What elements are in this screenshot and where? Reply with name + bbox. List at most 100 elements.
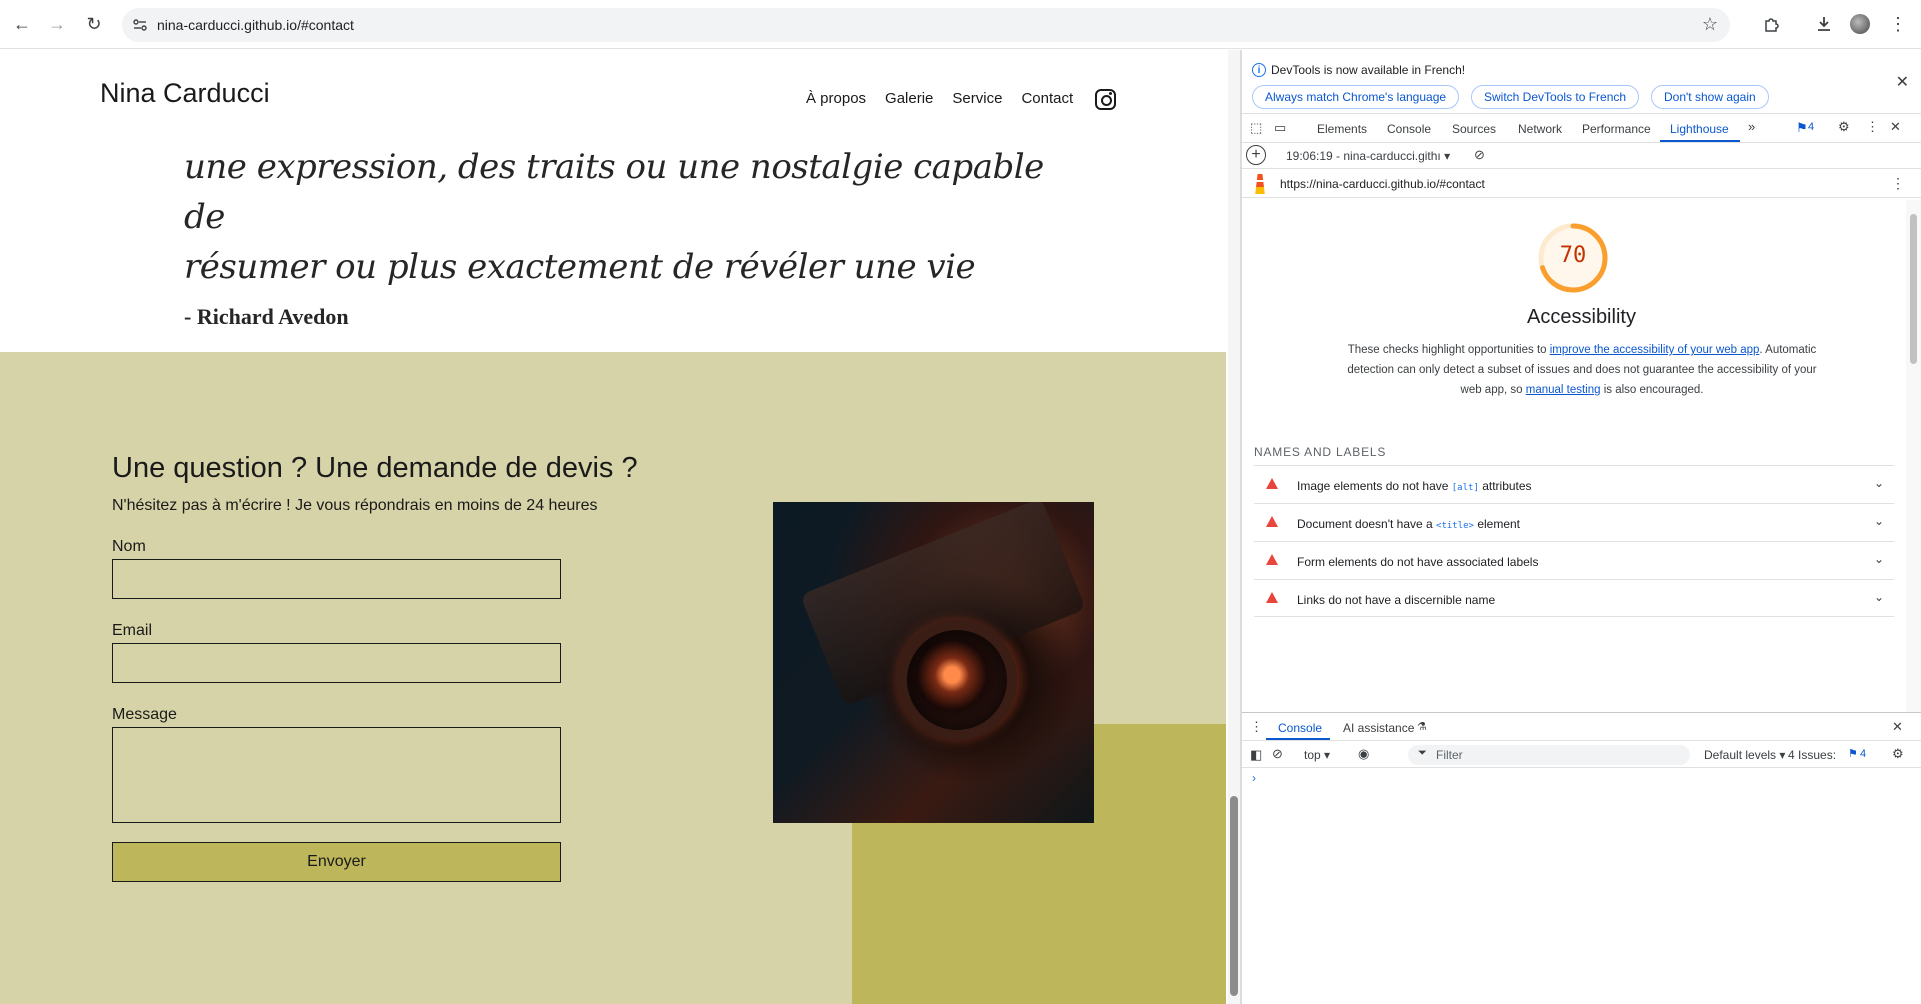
tab-elements[interactable]: Elements xyxy=(1317,122,1367,136)
drawer-menu-icon[interactable]: ⋮ xyxy=(1250,719,1263,735)
chevron-down-icon[interactable]: ⌄ xyxy=(1874,590,1884,604)
tab-lighthouse[interactable]: Lighthouse xyxy=(1670,122,1729,136)
quote-line-1: une expression, des traits ou une nostal… xyxy=(184,147,1044,237)
audit-row[interactable]: Image elements do not have [alt] attribu… xyxy=(1254,465,1894,503)
issues-badge[interactable]: 4 xyxy=(1808,121,1814,133)
banner-message: DevTools is now available in French! xyxy=(1271,63,1466,77)
reload-icon[interactable]: ↻ xyxy=(82,12,106,36)
console-issues-label[interactable]: 4 Issues: xyxy=(1788,748,1836,762)
contact-section: Une question ? Une demande de devis ? N'… xyxy=(0,352,1226,1004)
category-title: Accessibility xyxy=(1527,306,1636,328)
improve-accessibility-link[interactable]: improve the accessibility of your web ap… xyxy=(1550,344,1760,356)
close-icon[interactable]: ✕ xyxy=(1896,72,1909,92)
devtools-panel: i DevTools is now available in French! A… xyxy=(1242,50,1921,1004)
devtools-menu-icon[interactable]: ⋮ xyxy=(1866,119,1879,135)
quote-line-2: résumer ou plus exactement de révéler un… xyxy=(184,247,976,287)
device-toolbar-icon[interactable]: ▭ xyxy=(1274,120,1286,136)
extensions-icon[interactable] xyxy=(1760,12,1784,36)
category-description: These checks highlight opportunities to … xyxy=(1342,340,1822,400)
tab-sources[interactable]: Sources xyxy=(1452,122,1496,136)
tab-network[interactable]: Network xyxy=(1518,122,1562,136)
download-icon[interactable] xyxy=(1812,12,1836,36)
new-report-icon[interactable]: + xyxy=(1246,145,1266,165)
message-label: Message xyxy=(112,706,177,723)
warning-icon xyxy=(1266,554,1278,565)
main-nav: À propos Galerie Service Contact xyxy=(806,90,1092,107)
menu-icon[interactable]: ⋮ xyxy=(1886,12,1910,36)
console-prompt[interactable]: › xyxy=(1252,771,1256,785)
instagram-icon[interactable] xyxy=(1095,89,1116,110)
nav-link-a-propos[interactable]: À propos xyxy=(806,90,866,107)
quote-author: - Richard Avedon xyxy=(184,304,349,329)
live-expression-eye-icon[interactable]: ◉ xyxy=(1358,746,1369,762)
page-scrollbar-thumb[interactable] xyxy=(1230,796,1238,996)
nav-link-contact[interactable]: Contact xyxy=(1021,90,1073,107)
score-value: 70 xyxy=(1559,243,1587,268)
email-field[interactable] xyxy=(112,643,561,683)
match-language-button[interactable]: Always match Chrome's language xyxy=(1252,85,1460,109)
chevron-down-icon[interactable]: ⌄ xyxy=(1874,514,1884,528)
audited-url: https://nina-carducci.github.io/#contact xyxy=(1280,177,1485,191)
drawer-active-indicator xyxy=(1266,738,1330,740)
report-menu-icon[interactable]: ⋮ xyxy=(1891,175,1905,192)
bookmark-star-icon[interactable]: ☆ xyxy=(1702,14,1718,35)
name-field[interactable] xyxy=(112,559,561,599)
back-icon[interactable]: ← xyxy=(10,12,34,36)
warning-icon xyxy=(1266,478,1278,489)
forward-icon[interactable]: → xyxy=(45,12,69,36)
context-selector[interactable]: top ▾ xyxy=(1304,748,1330,762)
console-issues-icon[interactable]: ⚑ xyxy=(1848,747,1858,760)
tab-console[interactable]: Console xyxy=(1387,122,1431,136)
issues-icon[interactable]: ⚑ xyxy=(1796,120,1808,136)
console-filter-input[interactable]: ⏷ Filter xyxy=(1408,745,1690,765)
nav-link-galerie[interactable]: Galerie xyxy=(885,90,933,107)
clear-console-icon[interactable]: ⊘ xyxy=(1272,746,1283,762)
warning-icon xyxy=(1266,516,1278,527)
panel-scrollbar[interactable] xyxy=(1906,200,1921,712)
lighthouse-url-bar: https://nina-carducci.github.io/#contact… xyxy=(1242,170,1921,198)
switch-language-button[interactable]: Switch DevTools to French xyxy=(1471,85,1640,109)
message-field[interactable] xyxy=(112,727,561,823)
nav-link-service[interactable]: Service xyxy=(952,90,1002,107)
tab-performance[interactable]: Performance xyxy=(1582,122,1651,136)
panel-scrollbar-thumb[interactable] xyxy=(1910,214,1917,364)
devtools-tab-bar: ⬚ ▭ Elements Console Sources Network Per… xyxy=(1242,115,1921,143)
dont-show-again-button[interactable]: Don't show again xyxy=(1651,85,1769,109)
clear-icon[interactable]: ⊘ xyxy=(1474,147,1485,163)
console-issues-count[interactable]: 4 xyxy=(1860,748,1866,760)
close-drawer-icon[interactable]: ✕ xyxy=(1892,719,1903,735)
desc-text-1: These checks highlight opportunities to xyxy=(1347,344,1550,356)
close-devtools-icon[interactable]: ✕ xyxy=(1890,119,1901,135)
name-label: Nom xyxy=(112,538,146,555)
profile-avatar[interactable] xyxy=(1850,14,1870,34)
submit-button[interactable]: Envoyer xyxy=(112,842,561,882)
audit-row[interactable]: Document doesn't have a <title> element … xyxy=(1254,503,1894,541)
settings-icon[interactable]: ⚙ xyxy=(1838,119,1850,135)
url-text[interactable]: nina-carducci.github.io/#contact xyxy=(157,17,354,33)
chevron-down-icon[interactable]: ⌄ xyxy=(1874,476,1884,490)
warning-icon xyxy=(1266,592,1278,603)
drawer-tab-ai-assistance[interactable]: AI assistance xyxy=(1343,721,1414,735)
inspect-element-icon[interactable]: ⬚ xyxy=(1250,120,1262,136)
address-bar[interactable]: nina-carducci.github.io/#contact ☆ xyxy=(122,8,1730,42)
lighthouse-logo-icon xyxy=(1255,174,1265,194)
contact-title: Une question ? Une demande de devis ? xyxy=(112,452,638,484)
chevron-down-icon[interactable]: ⌄ xyxy=(1874,552,1884,566)
email-label: Email xyxy=(112,622,153,639)
site-info-icon[interactable] xyxy=(132,17,148,33)
audit-row[interactable]: Form elements do not have associated lab… xyxy=(1254,541,1894,579)
drawer-tab-bar: ⋮ Console AI assistance ⚗ ✕ xyxy=(1242,713,1921,741)
drawer-tab-console[interactable]: Console xyxy=(1278,721,1322,735)
page-scrollbar[interactable] xyxy=(1228,50,1240,1004)
log-levels-select[interactable]: Default levels ▾ xyxy=(1704,748,1785,762)
console-drawer: ⋮ Console AI assistance ⚗ ✕ ◧ ⊘ top ▾ ◉ … xyxy=(1242,712,1921,1004)
contact-subtitle: N'hésitez pas à m'écrire ! Je vous répon… xyxy=(112,497,598,514)
manual-testing-link[interactable]: manual testing xyxy=(1526,384,1601,396)
audit-row[interactable]: Links do not have a discernible name ⌄ xyxy=(1254,579,1894,617)
sidebar-toggle-icon[interactable]: ◧ xyxy=(1250,747,1262,763)
quote-block: une expression, des traits ou une nostal… xyxy=(184,142,1084,330)
console-settings-icon[interactable]: ⚙ xyxy=(1892,746,1904,762)
more-tabs-icon[interactable]: » xyxy=(1748,119,1755,134)
report-selector[interactable]: 19:06:19 - nina-carducci.githı ▾ xyxy=(1286,149,1450,163)
site-brand[interactable]: Nina Carducci xyxy=(100,78,270,109)
